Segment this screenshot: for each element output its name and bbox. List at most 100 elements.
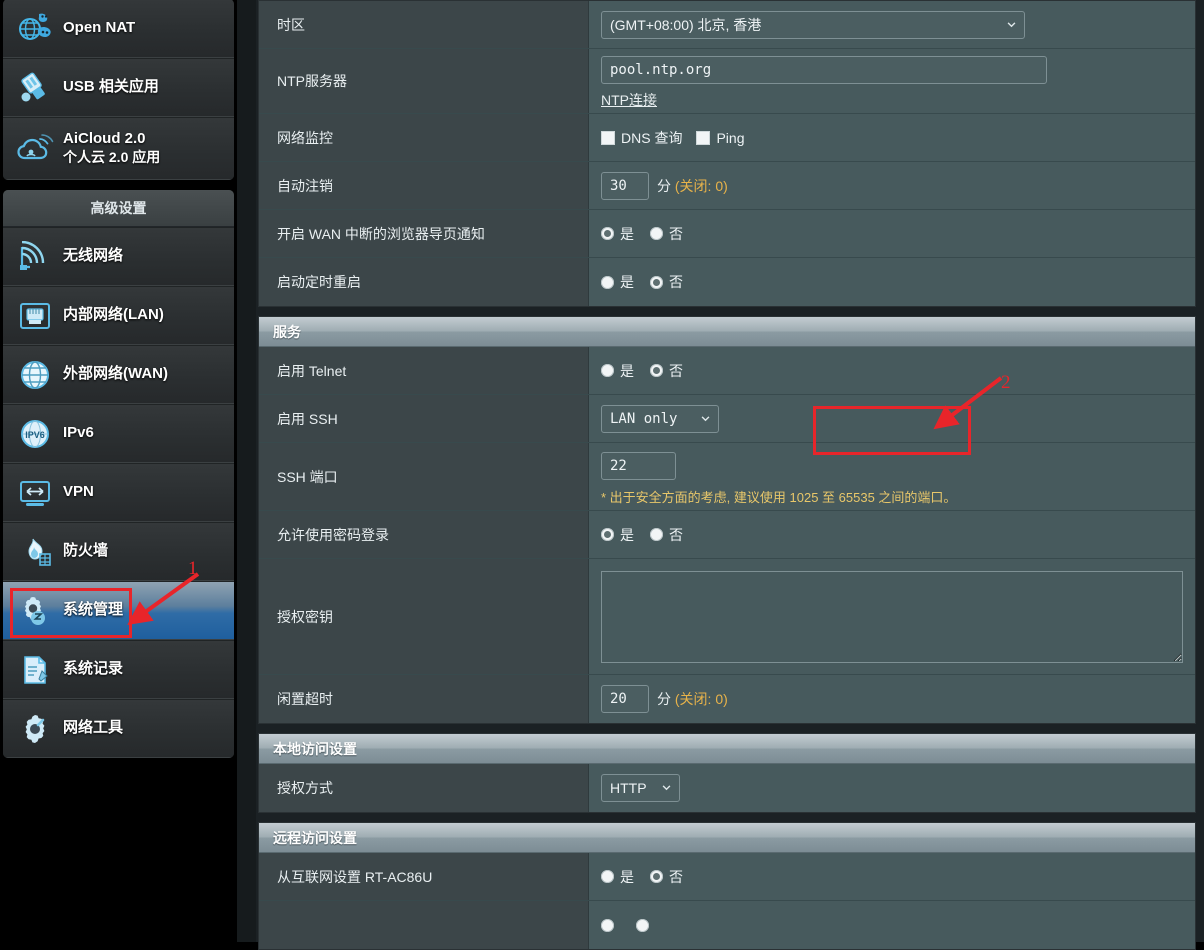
sidebar-item-ipv6[interactable]: IPV6 IPv6	[3, 404, 234, 463]
sidebar-item-system-log[interactable]: 系统记录	[3, 640, 234, 699]
radio-label: 否	[669, 868, 683, 885]
radio-group-partial	[601, 918, 671, 932]
ntp-server-input[interactable]	[601, 56, 1047, 84]
radio-telnet-no[interactable]: 否	[650, 361, 683, 381]
administration-icon	[15, 591, 55, 631]
radio-scheduled-reboot-yes[interactable]: 是	[601, 272, 634, 292]
radio-wan-notice-no[interactable]: 否	[650, 224, 683, 244]
radio-from-internet-no[interactable]: 否	[650, 867, 683, 887]
radio-dot[interactable]	[601, 528, 614, 541]
row-authorized-keys: 授权密钥	[259, 559, 1195, 675]
radio-password-login-yes[interactable]: 是	[601, 525, 634, 545]
radio-dot[interactable]	[650, 227, 663, 240]
radio-dot[interactable]	[650, 870, 663, 883]
radio-dot[interactable]	[601, 364, 614, 377]
sidebar-item-open-nat[interactable]: Open NAT	[3, 0, 234, 58]
row-value: 是 否	[589, 511, 1195, 558]
row-password-login: 允许使用密码登录 是 否	[259, 511, 1195, 559]
radio-label: 否	[669, 362, 683, 379]
off-note: (关闭: 0)	[674, 177, 728, 194]
radio-dot[interactable]	[601, 227, 614, 240]
timezone-select-wrap[interactable]: (GMT+08:00) 北京, 香港	[601, 10, 1025, 39]
radio-dot[interactable]	[650, 364, 663, 377]
annotation-number-1: 1	[188, 558, 198, 579]
sidebar-group-apps: Open NAT USB 相关应用 AiCloud 2.0 个人云 2.0 应用	[3, 0, 234, 180]
sidebar-item-label: 防火墙	[63, 542, 109, 560]
sidebar-item-label: AiCloud 2.0 个人云 2.0 应用	[63, 130, 160, 166]
sidebar-item-aicloud[interactable]: AiCloud 2.0 个人云 2.0 应用	[3, 117, 234, 180]
row-network-monitoring: 网络监控 DNS 查询 Ping	[259, 114, 1195, 162]
row-ntp-server: NTP服务器 NTP连接	[259, 49, 1195, 114]
sidebar-item-label: 系统记录	[63, 660, 124, 678]
radio-dot[interactable]	[636, 918, 649, 932]
aicloud-icon	[15, 129, 55, 169]
radio-partial-no[interactable]	[636, 918, 655, 932]
sidebar-item-firewall[interactable]: 防火墙	[3, 522, 234, 581]
sidebar-item-label: 网络工具	[63, 719, 124, 737]
checkbox-box[interactable]	[601, 130, 615, 145]
row-auto-logout: 自动注销 分 (关闭: 0)	[259, 162, 1195, 210]
annotation-number-2: 2	[1001, 372, 1011, 393]
checkbox-dns-query[interactable]: DNS 查询	[601, 128, 682, 148]
radio-dot[interactable]	[601, 870, 614, 883]
radio-group-from-internet: 是 否	[601, 867, 699, 887]
radio-dot[interactable]	[650, 275, 663, 289]
row-label: 允许使用密码登录	[259, 511, 589, 558]
panel-system-settings: 时区 (GMT+08:00) 北京, 香港 NTP服务器 NTP连接	[258, 0, 1196, 307]
network-tools-icon	[15, 709, 55, 749]
sidebar-item-wireless[interactable]: 无线网络	[3, 227, 234, 286]
vpn-icon	[15, 473, 55, 513]
svg-text:IPV6: IPV6	[25, 430, 45, 440]
open-nat-icon	[15, 8, 55, 48]
sidebar-item-vpn[interactable]: VPN	[3, 463, 234, 522]
radio-group-scheduled-reboot: 是 否	[601, 272, 699, 292]
timezone-select[interactable]: (GMT+08:00) 北京, 香港	[601, 10, 1025, 39]
sidebar-item-administration[interactable]: 系统管理	[3, 581, 234, 640]
radio-password-login-no[interactable]: 否	[650, 525, 683, 545]
panel-remote-access: 远程访问设置 从互联网设置 RT-AC86U 是 否	[258, 822, 1196, 950]
sidebar-item-usb[interactable]: USB 相关应用	[3, 58, 234, 117]
sidebar-item-network-tools[interactable]: 网络工具	[3, 699, 234, 758]
row-label: 时区	[259, 1, 589, 48]
radio-scheduled-reboot-no[interactable]: 否	[650, 272, 683, 292]
unit-text: 分	[657, 691, 671, 707]
sidebar-advanced-header: 高级设置	[3, 190, 234, 227]
row-label: 闲置超时	[259, 675, 589, 723]
firewall-icon	[15, 532, 55, 572]
radio-from-internet-yes[interactable]: 是	[601, 867, 634, 887]
radio-partial-yes[interactable]	[601, 918, 620, 932]
sidebar-item-lan[interactable]: 内部网络(LAN)	[3, 286, 234, 345]
radio-dot[interactable]	[601, 275, 614, 289]
ssh-select-wrap[interactable]: LAN only	[601, 404, 719, 433]
idle-timeout-unit: 分 (关闭: 0)	[657, 689, 728, 709]
authorized-keys-textarea[interactable]	[601, 570, 1183, 663]
wan-icon	[15, 355, 55, 395]
sidebar-item-label: USB 相关应用	[63, 78, 159, 96]
row-value: 是 否	[589, 258, 1195, 306]
section-header-local-access: 本地访问设置	[259, 734, 1195, 764]
row-value: LAN only	[589, 395, 1195, 442]
ssh-port-input[interactable]	[601, 451, 676, 480]
row-idle-timeout: 闲置超时 分 (关闭: 0)	[259, 675, 1195, 723]
checkbox-ping[interactable]: Ping	[696, 130, 744, 146]
radio-dot[interactable]	[650, 528, 663, 541]
auth-method-select-wrap[interactable]: HTTP	[601, 774, 680, 802]
row-from-internet: 从互联网设置 RT-AC86U 是 否	[259, 853, 1195, 901]
checkbox-box[interactable]	[696, 130, 711, 145]
row-label: 启动定时重启	[259, 258, 589, 306]
sidebar-item-wan[interactable]: 外部网络(WAN)	[3, 345, 234, 404]
usb-icon	[15, 68, 55, 108]
row-label: 授权方式	[259, 764, 589, 812]
auth-method-select[interactable]: HTTP	[601, 774, 680, 802]
ipv6-icon: IPV6	[15, 414, 55, 454]
ssh-select[interactable]: LAN only	[601, 404, 719, 433]
row-value: * 出于安全方面的考虑, 建议使用 1025 至 65535 之间的端口。	[589, 443, 1195, 510]
radio-wan-notice-yes[interactable]: 是	[601, 224, 634, 244]
row-label: 从互联网设置 RT-AC86U	[259, 853, 589, 900]
ntp-connect-link[interactable]: NTP连接	[601, 90, 657, 110]
radio-telnet-yes[interactable]: 是	[601, 361, 634, 381]
radio-dot[interactable]	[601, 918, 614, 932]
idle-timeout-input[interactable]	[601, 685, 649, 713]
row-value	[589, 559, 1195, 674]
auto-logout-input[interactable]	[601, 171, 649, 200]
